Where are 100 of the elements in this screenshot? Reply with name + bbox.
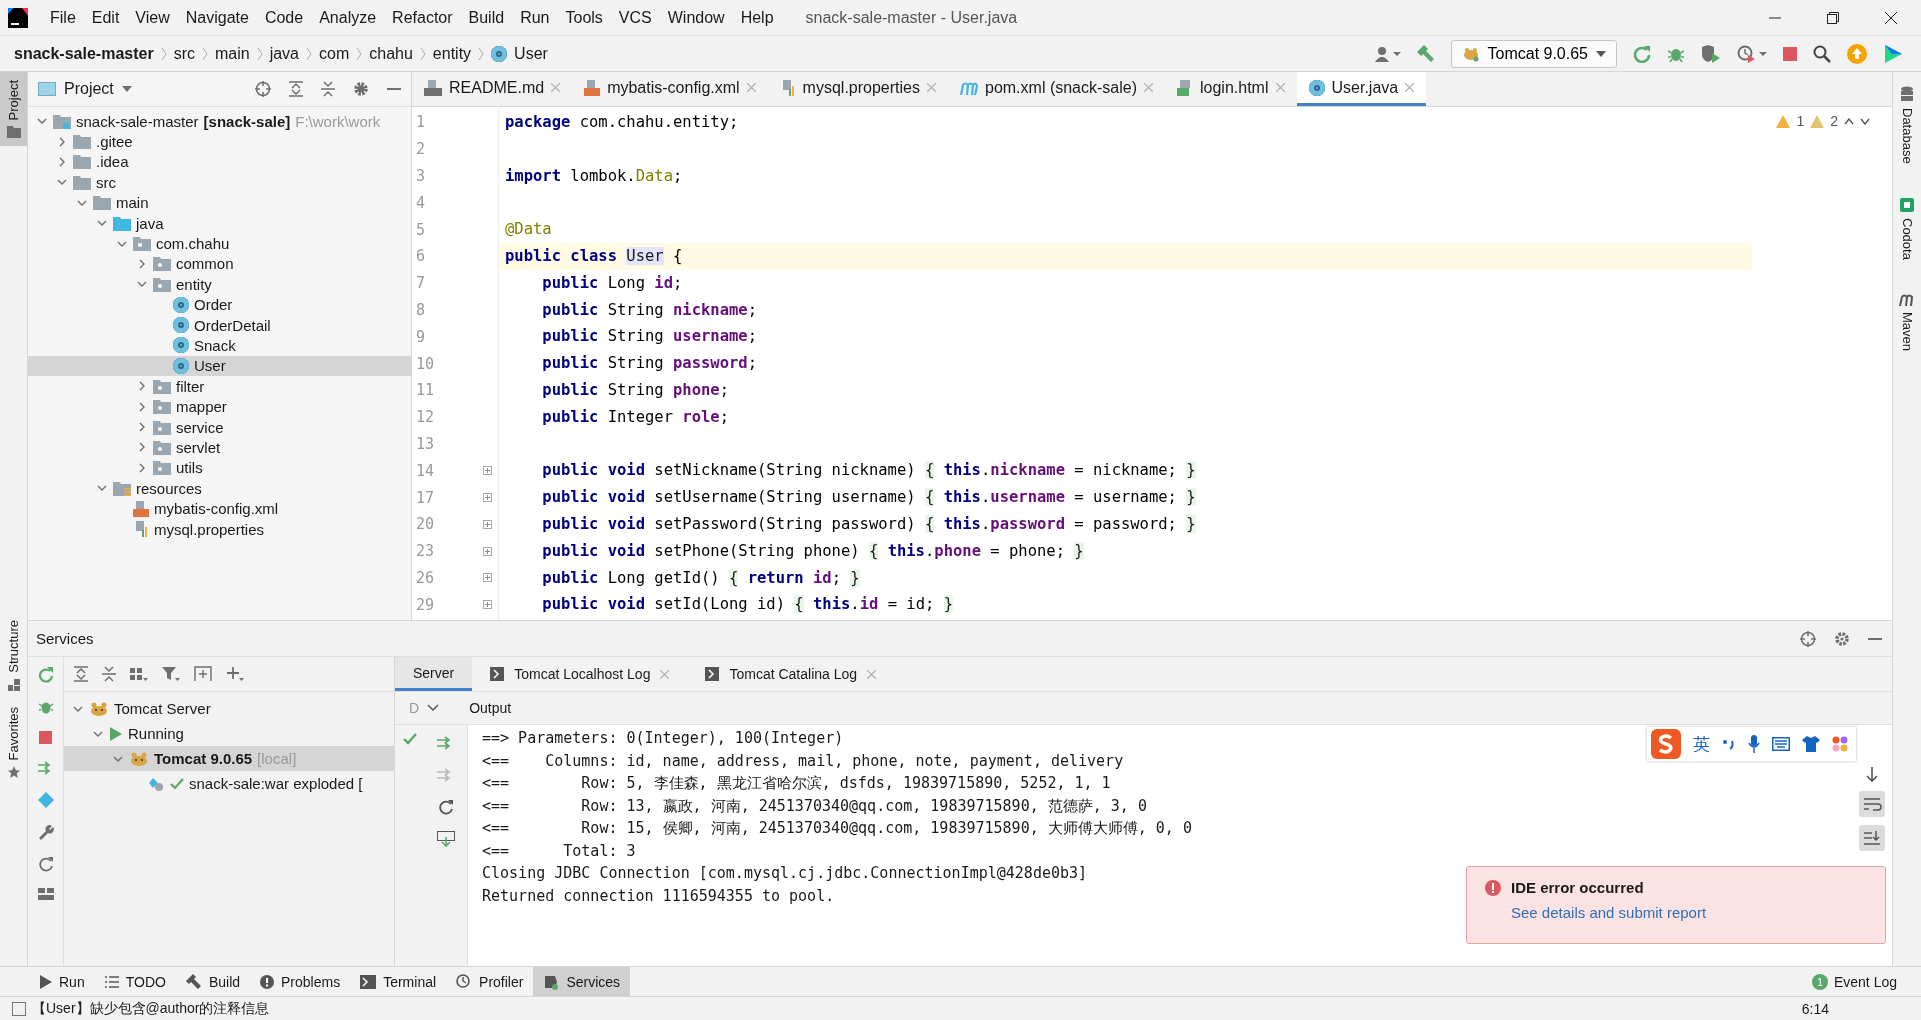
- editor-tab[interactable]: mysql.properties: [767, 72, 948, 106]
- log-tab[interactable]: Tomcat Localhost Log: [472, 657, 688, 691]
- menu-item[interactable]: Navigate: [177, 8, 257, 27]
- tool-window-button[interactable]: Profiler: [446, 967, 534, 996]
- details-link[interactable]: See details and submit report: [1511, 904, 1867, 921]
- tree-item[interactable]: service: [28, 416, 411, 438]
- menu-item[interactable]: Tools: [557, 8, 611, 27]
- tool-window-button[interactable]: Terminal: [350, 967, 447, 996]
- download-icon[interactable]: [437, 831, 455, 847]
- editor-tab[interactable]: login.html: [1165, 72, 1297, 106]
- tree-item[interactable]: filter: [28, 376, 411, 397]
- breadcrumb-item[interactable]: com: [319, 44, 350, 63]
- tree-item[interactable]: utils: [28, 457, 411, 479]
- tool-window-button[interactable]: TODO: [94, 967, 176, 996]
- tree-item[interactable]: mybatis-config.xml: [28, 498, 411, 519]
- event-log-button[interactable]: 1 Event Log: [1811, 973, 1921, 990]
- menu-item[interactable]: Edit: [83, 8, 128, 27]
- new-tab-icon[interactable]: [194, 666, 212, 682]
- editor-tab[interactable]: pom.xml (snack-sale): [948, 72, 1165, 106]
- minimize-panel-icon[interactable]: [1868, 637, 1882, 640]
- settings-icon[interactable]: [353, 81, 369, 97]
- close-icon[interactable]: [1885, 11, 1897, 24]
- layout-icon[interactable]: [37, 888, 54, 900]
- group-icon[interactable]: [130, 666, 148, 682]
- menu-item[interactable]: Build: [460, 8, 513, 27]
- tree-item[interactable]: snack-sale:war exploded [: [64, 771, 394, 796]
- tool-window-tab[interactable]: Project: [0, 72, 27, 147]
- stop-icon[interactable]: [1783, 46, 1797, 61]
- restore-icon[interactable]: [1827, 11, 1839, 24]
- filter-icon[interactable]: [162, 666, 180, 682]
- tool-window-button[interactable]: Problems: [250, 967, 351, 996]
- input-method-toolbar[interactable]: 英: [1647, 727, 1856, 761]
- breadcrumb-item[interactable]: java: [269, 44, 299, 63]
- tool-window-button[interactable]: Services: [533, 967, 631, 996]
- tool-window-button[interactable]: Run: [30, 967, 95, 996]
- menu-item[interactable]: Window: [659, 8, 733, 27]
- scroll-to-end-icon[interactable]: [1859, 825, 1885, 851]
- breadcrumb-item[interactable]: User: [514, 44, 548, 63]
- run-config-dropdown[interactable]: Tomcat 9.0.65: [1450, 39, 1617, 68]
- tree-item[interactable]: entity: [28, 274, 411, 295]
- tree-item[interactable]: Order: [28, 294, 411, 315]
- menu-item[interactable]: VCS: [610, 8, 660, 27]
- tool-window-tab[interactable]: Structure: [0, 611, 27, 699]
- search-icon[interactable]: [1813, 44, 1831, 63]
- caret-icon[interactable]: [121, 86, 132, 92]
- breadcrumb-item[interactable]: entity: [432, 44, 472, 63]
- wrench-icon[interactable]: [37, 824, 54, 840]
- tree-item[interactable]: resources: [28, 478, 411, 499]
- hammer-icon[interactable]: [1416, 44, 1435, 63]
- tree-item[interactable]: .idea: [28, 151, 411, 173]
- tree-item[interactable]: mapper: [28, 396, 411, 417]
- menu-item[interactable]: Refactor: [384, 8, 461, 27]
- locate-icon[interactable]: [255, 81, 271, 97]
- tree-item[interactable]: mysql.properties: [28, 518, 411, 540]
- tree-item[interactable]: com.chahu: [28, 233, 411, 254]
- log-tab[interactable]: Tomcat Catalina Log: [687, 657, 895, 691]
- caret-icon[interactable]: [427, 704, 440, 712]
- tool-window-tab[interactable]: Favorites: [0, 698, 27, 786]
- collapse-all-icon[interactable]: [102, 666, 116, 682]
- tree-item[interactable]: src: [28, 172, 411, 193]
- status-square-icon[interactable]: [12, 1001, 26, 1016]
- editor-tab[interactable]: mybatis-config.xml: [572, 72, 768, 106]
- refresh-icon[interactable]: [37, 856, 54, 872]
- breadcrumb-item[interactable]: snack-sale-master: [14, 44, 154, 63]
- caret-position[interactable]: 6:14: [1801, 1000, 1829, 1017]
- expand-all-icon[interactable]: [289, 81, 303, 97]
- tree-item[interactable]: main: [28, 192, 411, 213]
- panel-title-dropdown[interactable]: Project: [64, 80, 114, 98]
- chevron-up-icon[interactable]: [1844, 117, 1854, 125]
- log-tab[interactable]: Server: [395, 657, 473, 691]
- menu-item[interactable]: File: [42, 8, 84, 27]
- editor-tab[interactable]: README.md: [412, 72, 573, 106]
- collapse-all-icon[interactable]: [321, 81, 335, 97]
- fold-icon[interactable]: [483, 546, 492, 556]
- refresh-icon[interactable]: [438, 799, 454, 815]
- menu-item[interactable]: Code: [256, 8, 312, 27]
- user-icon[interactable]: [1374, 45, 1401, 62]
- editor-tab[interactable]: User.java: [1296, 72, 1427, 106]
- rerun-icon[interactable]: [37, 667, 54, 683]
- fold-icon[interactable]: [483, 466, 492, 476]
- tree-item[interactable]: User: [28, 355, 411, 377]
- tree-item[interactable]: servlet: [28, 437, 411, 458]
- tool-window-button[interactable]: Build: [175, 967, 251, 996]
- tree-item[interactable]: snack-sale-master [snack-sale] F:\work\work: [28, 111, 411, 132]
- rerun-icon[interactable]: [1633, 44, 1651, 63]
- tool-window-tab[interactable]: Codota: [1893, 189, 1921, 268]
- inspection-widget[interactable]: 1 2: [1776, 113, 1870, 129]
- tree-item[interactable]: Tomcat 9.0.65 [local]: [64, 746, 394, 771]
- toolbox-icon[interactable]: [1883, 43, 1903, 64]
- expand-all-icon[interactable]: [74, 666, 88, 682]
- tool-window-tab[interactable]: Maven: [1893, 285, 1921, 359]
- tool-window-tab[interactable]: Database: [1893, 78, 1921, 172]
- tree-item[interactable]: OrderDetail: [28, 314, 411, 336]
- chevron-down-icon[interactable]: [1860, 117, 1870, 125]
- tree-item[interactable]: java: [28, 212, 411, 234]
- locate-icon[interactable]: [1800, 630, 1816, 647]
- shield-run-icon[interactable]: [1701, 44, 1721, 63]
- breadcrumb-item[interactable]: chahu: [369, 44, 413, 63]
- tree-item[interactable]: common: [28, 253, 411, 275]
- add-icon[interactable]: [226, 666, 244, 682]
